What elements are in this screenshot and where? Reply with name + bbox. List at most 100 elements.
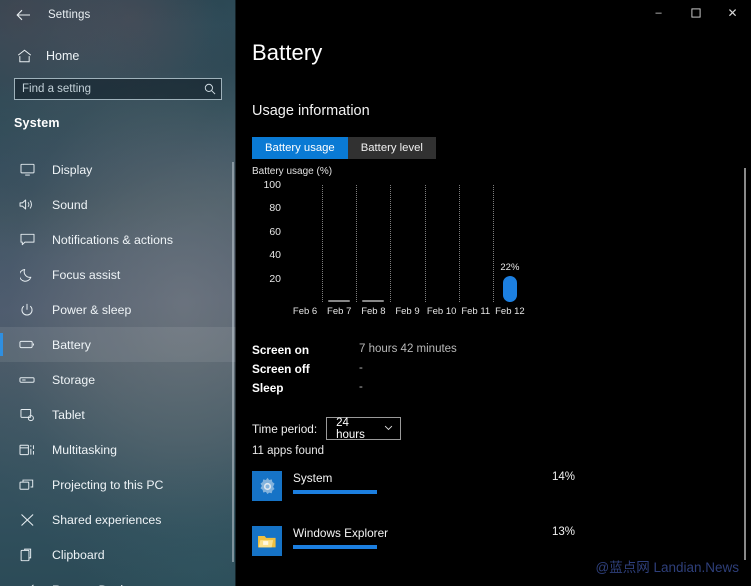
- selection-indicator: [0, 333, 3, 356]
- moon-icon: [18, 267, 36, 283]
- sidebar-section-label: System: [14, 116, 60, 130]
- stat-row-screen-on: Screen on 7 hours 42 minutes: [252, 343, 552, 362]
- sidebar-item-home[interactable]: Home: [0, 44, 236, 68]
- chart-x-tick: Feb 8: [361, 306, 386, 317]
- battery-usage-chart: Battery usage (%) 100 80 60 40 20 Feb 6 Feb 7 F…: [252, 166, 527, 336]
- power-icon: [18, 302, 36, 318]
- app-percent: 14%: [552, 471, 576, 483]
- sidebar-item-battery[interactable]: Battery: [0, 327, 236, 362]
- gear-tile-icon: [252, 471, 282, 501]
- navigation-sidebar: Settings Home System: [0, 0, 236, 586]
- time-period-dropdown[interactable]: 24 hours: [326, 416, 402, 441]
- sidebar-item-label: Focus assist: [52, 267, 121, 282]
- app-percent: 13%: [552, 526, 576, 538]
- sidebar-item-label: Notifications & actions: [52, 232, 173, 247]
- usage-stats: Screen on 7 hours 42 minutes Screen off …: [252, 343, 552, 400]
- sidebar-item-label: Display: [52, 162, 93, 177]
- usage-information-heading: Usage information: [252, 103, 370, 119]
- sidebar-item-notifications[interactable]: Notifications & actions: [0, 222, 236, 257]
- tab-battery-level[interactable]: Battery level: [347, 137, 436, 159]
- project-icon: [18, 477, 36, 493]
- chart-y-tick: 40: [269, 249, 281, 262]
- sidebar-item-label: Battery: [52, 337, 91, 352]
- search-input[interactable]: [15, 79, 199, 99]
- stat-value: -: [359, 362, 363, 374]
- time-period-label: Time period:: [252, 421, 318, 436]
- sidebar-nav-list: Display Sound Notifications & actions Fo…: [0, 152, 236, 586]
- sidebar-item-display[interactable]: Display: [0, 152, 236, 187]
- maximize-button[interactable]: [677, 0, 714, 26]
- app-name: Windows Explorer: [293, 526, 389, 540]
- back-arrow-icon[interactable]: [10, 4, 36, 26]
- time-period-value: 24 hours: [336, 416, 365, 441]
- settings-window: Settings Home System: [0, 0, 751, 586]
- sidebar-titlebar: Settings: [0, 0, 236, 30]
- chevron-down-icon: [384, 424, 393, 433]
- sidebar-item-label: Remote Desktop: [52, 583, 144, 586]
- stat-value: 7 hours 42 minutes: [359, 343, 457, 355]
- chart-data-label: 22%: [500, 262, 520, 274]
- sidebar-item-tablet[interactable]: Tablet: [0, 397, 236, 432]
- close-button[interactable]: ✕: [714, 0, 751, 26]
- chart-column: Feb 10: [425, 185, 459, 317]
- sidebar-item-storage[interactable]: Storage: [0, 362, 236, 397]
- sidebar-item-projecting[interactable]: Projecting to this PC: [0, 467, 236, 502]
- sidebar-item-remote-desktop[interactable]: Remote Desktop: [0, 572, 236, 586]
- sidebar-item-focus-assist[interactable]: Focus assist: [0, 257, 236, 292]
- app-usage-bar: [293, 545, 377, 549]
- chart-column: Feb 11: [459, 185, 493, 317]
- sidebar-scrollbar[interactable]: [232, 162, 234, 562]
- minimize-button[interactable]: –: [640, 0, 677, 26]
- stat-label: Screen on: [252, 343, 310, 357]
- chart-bar: [362, 300, 385, 302]
- app-name: System: [293, 471, 333, 485]
- sidebar-item-clipboard[interactable]: Clipboard: [0, 537, 236, 572]
- chart-x-tick: Feb 12: [495, 306, 525, 317]
- monitor-icon: [18, 162, 36, 178]
- tab-battery-usage[interactable]: Battery usage: [252, 137, 348, 159]
- folder-tile-icon: [252, 526, 282, 556]
- storage-icon: [18, 372, 36, 388]
- app-title: Settings: [48, 9, 91, 21]
- clipboard-icon: [18, 547, 36, 563]
- chart-y-tick: 60: [269, 225, 281, 238]
- sidebar-item-sound[interactable]: Sound: [0, 187, 236, 222]
- multitask-icon: [18, 442, 36, 458]
- share-icon: [18, 512, 36, 528]
- chart-y-tick: 100: [263, 179, 281, 191]
- time-period-row: Time period: 24 hours: [252, 416, 402, 441]
- sidebar-item-power-sleep[interactable]: Power & sleep: [0, 292, 236, 327]
- chat-icon: [18, 232, 36, 248]
- sidebar-item-label: Projecting to this PC: [52, 477, 164, 492]
- chart-x-tick: Feb 6: [292, 306, 318, 317]
- main-scrollbar[interactable]: [744, 168, 746, 560]
- stat-label: Screen off: [252, 362, 310, 376]
- remote-icon: [18, 582, 36, 586]
- window-controls: – ✕: [640, 0, 751, 26]
- chart-y-tick: 80: [269, 202, 281, 215]
- sidebar-home-label: Home: [46, 49, 80, 63]
- chart-bar: [502, 276, 517, 302]
- sidebar-item-multitasking[interactable]: Multitasking: [0, 432, 236, 467]
- search-icon: [199, 79, 221, 99]
- app-usage-bar: [293, 490, 377, 494]
- sidebar-item-shared-experiences[interactable]: Shared experiences: [0, 502, 236, 537]
- chart-bar: [328, 300, 351, 302]
- apps-found-count: 11 apps found: [252, 445, 325, 457]
- chart-column: Feb 7: [322, 185, 356, 317]
- chart-axis-title: Battery usage (%): [252, 166, 333, 177]
- list-item[interactable]: System 14%: [252, 466, 735, 521]
- chart-column: Feb 9: [390, 185, 424, 317]
- list-item[interactable]: Microsoft Edge 10%: [252, 576, 735, 586]
- speaker-icon: [18, 197, 36, 213]
- stat-label: Sleep: [252, 381, 284, 395]
- sidebar-item-label: Multitasking: [52, 442, 117, 457]
- sidebar-item-label: Shared experiences: [52, 512, 162, 527]
- watermark: @蓝点网 Landian.News: [595, 560, 739, 575]
- search-box[interactable]: [14, 78, 222, 100]
- sidebar-item-label: Storage: [52, 372, 96, 387]
- usage-view-tabs: Battery usage Battery level: [252, 137, 436, 159]
- main-content-pane: – ✕ Battery Usage information Battery us…: [236, 0, 751, 586]
- home-icon: [16, 48, 32, 64]
- battery-icon: [18, 337, 36, 353]
